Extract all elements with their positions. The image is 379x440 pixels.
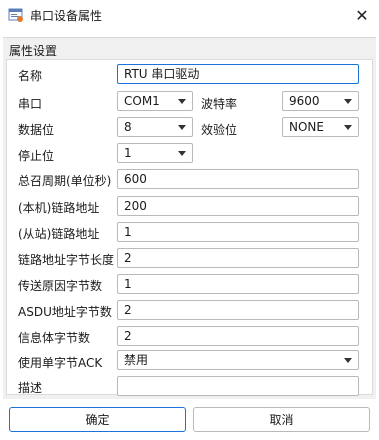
port-label: 串口 [18, 97, 43, 111]
parity-value: NONE [289, 120, 324, 134]
ok-button[interactable]: 确定 [9, 407, 186, 432]
databits-select[interactable]: 8 [117, 117, 193, 137]
remote-addr-label: (从站)链路地址 [18, 227, 100, 241]
ioa-len-input[interactable]: 2 [117, 326, 359, 346]
chevron-down-icon [344, 99, 352, 104]
single-ack-value: 禁用 [124, 353, 149, 367]
gi-period-input[interactable]: 600 [117, 169, 359, 189]
window-title: 串口设备属性 [30, 9, 103, 23]
window-properties-icon [8, 8, 23, 22]
link-addr-len-input[interactable]: 2 [117, 248, 359, 268]
stopbits-value: 1 [124, 146, 132, 160]
cancel-button-label: 取消 [269, 413, 294, 427]
cot-len-input[interactable]: 1 [117, 274, 359, 294]
description-label: 描述 [18, 381, 43, 395]
baud-label: 波特率 [201, 97, 238, 111]
chevron-down-icon [178, 125, 186, 130]
port-select[interactable]: COM1 [117, 91, 193, 111]
databits-label: 数据位 [18, 123, 55, 137]
link-addr-len-label: 链路地址字节长度 [18, 253, 115, 267]
asdu-addr-len-label: ASDU地址字节数 [18, 305, 112, 319]
chevron-down-icon [178, 151, 186, 156]
chevron-down-icon [344, 358, 352, 363]
asdu-addr-len-input[interactable]: 2 [117, 300, 359, 320]
ioa-len-label: 信息体字节数 [18, 331, 91, 345]
gi-period-label: 总召周期(单位秒) [18, 174, 112, 188]
port-value: COM1 [124, 94, 160, 108]
name-input[interactable]: RTU 串口驱动 [117, 64, 359, 84]
stopbits-label: 停止位 [18, 149, 55, 163]
parity-label: 效验位 [201, 123, 238, 137]
baud-select[interactable]: 9600 [282, 91, 359, 111]
databits-value: 8 [124, 120, 132, 134]
baud-value: 9600 [289, 94, 320, 108]
local-addr-input[interactable]: 200 [117, 196, 359, 216]
cot-len-label: 传送原因字节数 [18, 279, 103, 293]
chevron-down-icon [178, 99, 186, 104]
local-addr-label: (本机)链路地址 [18, 201, 100, 215]
parity-select[interactable]: NONE [282, 117, 359, 137]
title-bar: 串口设备属性 ✕ [0, 0, 379, 30]
name-label: 名称 [18, 69, 43, 83]
description-input[interactable] [117, 376, 359, 396]
group-title: 属性设置 [9, 44, 58, 58]
stopbits-select[interactable]: 1 [117, 143, 193, 163]
close-button[interactable]: ✕ [345, 0, 379, 30]
remote-addr-input[interactable]: 1 [117, 222, 359, 242]
single-ack-select[interactable]: 禁用 [117, 350, 359, 370]
close-icon: ✕ [355, 5, 369, 25]
ok-button-label: 确定 [85, 413, 110, 427]
chevron-down-icon [344, 125, 352, 130]
single-ack-label: 使用单字节ACK [18, 356, 103, 370]
cancel-button[interactable]: 取消 [193, 407, 370, 432]
